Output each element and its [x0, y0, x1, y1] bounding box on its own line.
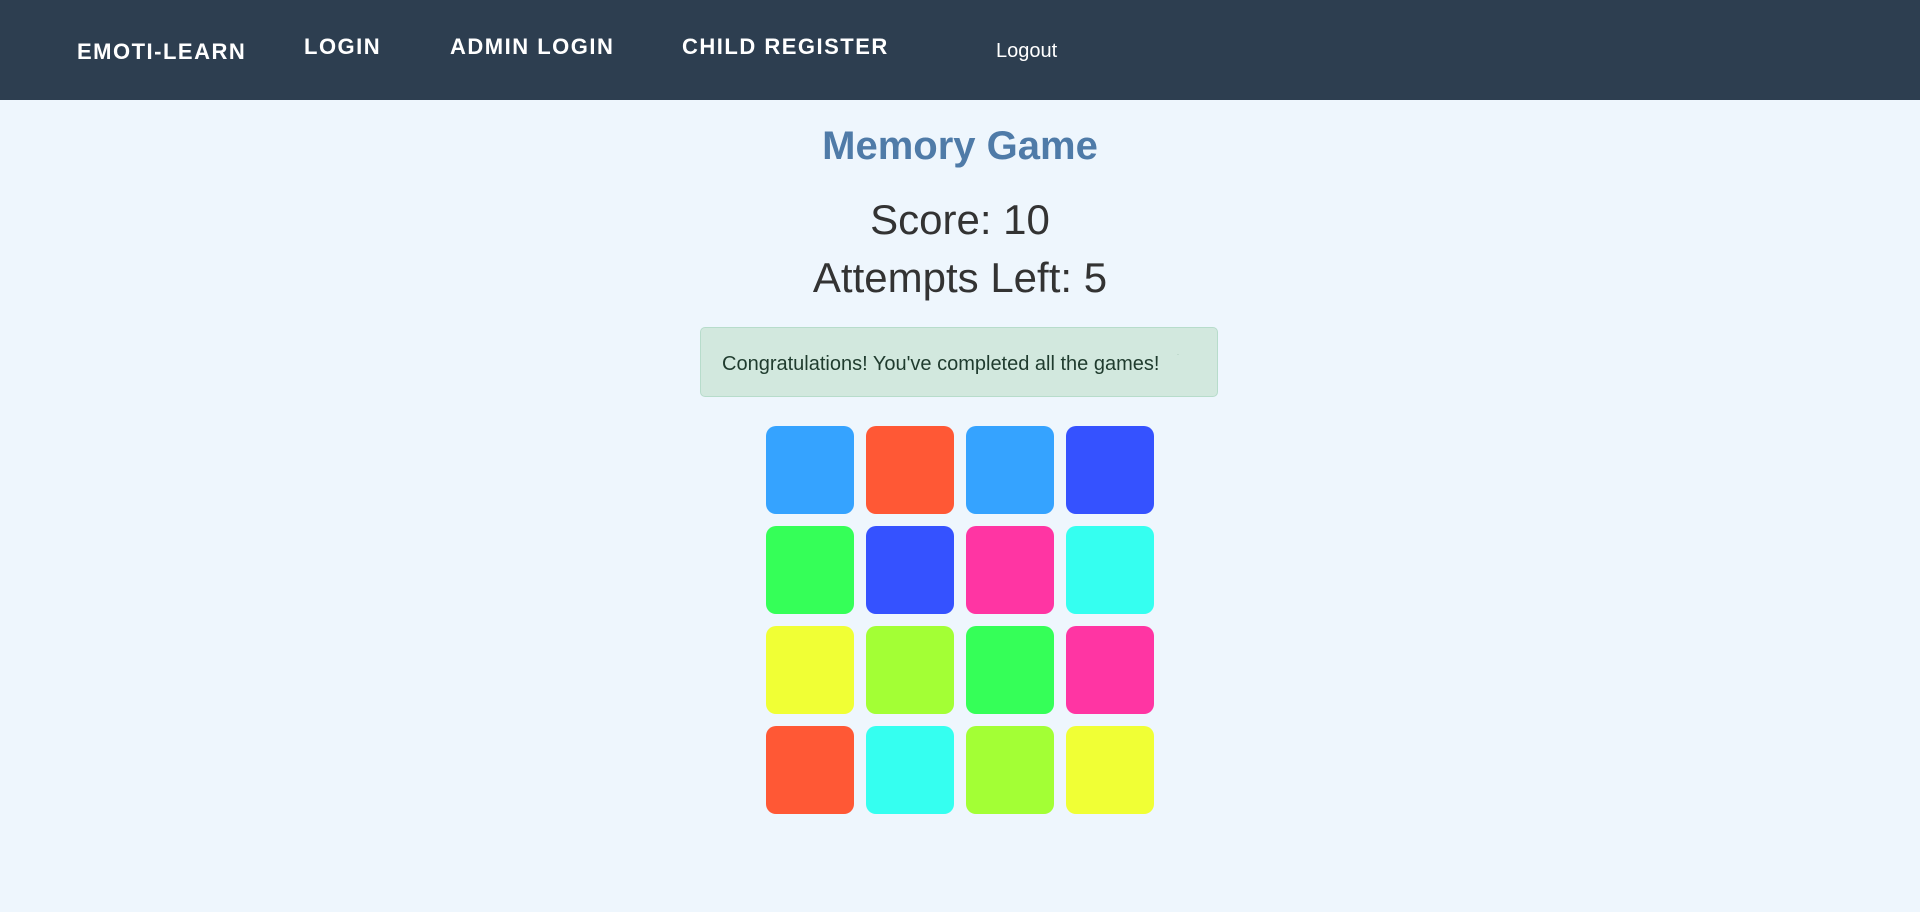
memory-card[interactable]	[766, 526, 854, 614]
brand-link[interactable]: EMOTI-LEARN	[77, 39, 246, 65]
nav-child-register-link[interactable]: CHILD REGISTER	[682, 34, 889, 60]
nav-admin-login-link[interactable]: ADMIN LOGIN	[450, 34, 614, 60]
memory-card[interactable]	[1066, 726, 1154, 814]
logout-button[interactable]: Logout	[996, 40, 1057, 63]
memory-card[interactable]	[966, 526, 1054, 614]
navbar: EMOTI-LEARN LOGIN ADMIN LOGIN CHILD REGI…	[0, 0, 1920, 100]
memory-card[interactable]	[1066, 426, 1154, 514]
memory-card[interactable]	[1066, 526, 1154, 614]
memory-card[interactable]	[766, 726, 854, 814]
memory-card[interactable]	[866, 426, 954, 514]
memory-card[interactable]	[766, 426, 854, 514]
success-alert: Congratulations! You've completed all th…	[700, 327, 1218, 397]
attempts-display: Attempts Left: 5	[812, 254, 1108, 301]
memory-card[interactable]	[766, 626, 854, 714]
card-grid	[766, 426, 1154, 814]
alert-message: Congratulations! You've completed all th…	[722, 353, 1160, 375]
memory-card[interactable]	[966, 426, 1054, 514]
memory-card[interactable]	[966, 726, 1054, 814]
memory-card[interactable]	[866, 626, 954, 714]
nav-login-link[interactable]: LOGIN	[304, 34, 381, 60]
memory-card[interactable]	[1066, 626, 1154, 714]
score-display: Score: 10	[870, 196, 1050, 243]
memory-card[interactable]	[866, 726, 954, 814]
memory-card[interactable]	[866, 526, 954, 614]
memory-card[interactable]	[966, 626, 1054, 714]
close-icon[interactable]: ·	[1177, 352, 1181, 358]
page-title: Memory Game	[822, 124, 1098, 168]
